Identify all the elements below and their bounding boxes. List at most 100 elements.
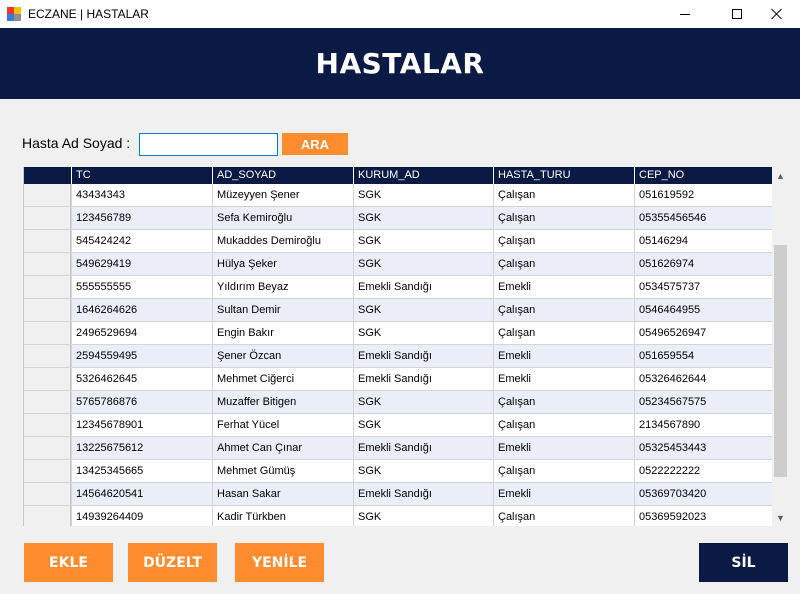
table-cell-hasta-turu[interactable]: Çalışan xyxy=(493,506,634,526)
table-cell-hasta-turu[interactable]: Çalışan xyxy=(493,299,634,321)
edit-button[interactable]: DÜZELT xyxy=(128,543,217,582)
row-header[interactable] xyxy=(24,437,71,459)
table-row[interactable]: 1646264626 Sultan Demir SGK Çalışan 05464649… xyxy=(24,299,772,322)
table-cell-kurum-ad[interactable]: SGK xyxy=(353,299,493,321)
row-header[interactable] xyxy=(24,299,71,321)
table-cell-kurum-ad[interactable]: SGK xyxy=(353,184,493,206)
table-cell-kurum-ad[interactable]: SGK xyxy=(353,460,493,482)
table-corner[interactable] xyxy=(24,167,71,184)
row-header[interactable] xyxy=(24,207,71,229)
table-row[interactable]: 2496529694 Engin Bakır SGK Çalışan 054965269… xyxy=(24,322,772,345)
vertical-scrollbar[interactable]: ▲ ▼ xyxy=(772,167,788,526)
table-cell-tc[interactable]: 549629419 xyxy=(71,253,212,275)
table-cell-ad-soyad[interactable]: Ferhat Yücel xyxy=(212,414,353,436)
table-cell-kurum-ad[interactable]: Emekli Sandığı xyxy=(353,483,493,505)
table-cell-hasta-turu[interactable]: Çalışan xyxy=(493,322,634,344)
table-cell-hasta-turu[interactable]: Emekli xyxy=(493,276,634,298)
row-header[interactable] xyxy=(24,322,71,344)
table-cell-tc[interactable]: 5765786876 xyxy=(71,391,212,413)
table-row[interactable]: 545424242 Mukaddes Demiroğlu SGK Çalışan 051… xyxy=(24,230,772,253)
table-cell-ad-soyad[interactable]: Muzaffer Bitigen xyxy=(212,391,353,413)
table-row[interactable]: 123456789 Sefa Kemiroğlu SGK Çalışan 0535545… xyxy=(24,207,772,230)
table-cell-hasta-turu[interactable]: Emekli xyxy=(493,345,634,367)
table-cell-hasta-turu[interactable]: Çalışan xyxy=(493,253,634,275)
scrollbar-thumb[interactable] xyxy=(774,245,787,477)
table-cell-tc[interactable]: 555555555 xyxy=(71,276,212,298)
table-cell-kurum-ad[interactable]: SGK xyxy=(353,207,493,229)
table-row[interactable]: 555555555 Yıldırım Beyaz Emekli Sandığı Eme… xyxy=(24,276,772,299)
table-cell-cep-no[interactable]: 2134567890 xyxy=(634,414,772,436)
table-cell-hasta-turu[interactable]: Çalışan xyxy=(493,184,634,206)
table-cell-tc[interactable]: 13225675612 xyxy=(71,437,212,459)
table-cell-tc[interactable]: 14564620541 xyxy=(71,483,212,505)
row-header[interactable] xyxy=(24,506,71,526)
table-cell-hasta-turu[interactable]: Çalışan xyxy=(493,391,634,413)
table-cell-kurum-ad[interactable]: SGK xyxy=(353,253,493,275)
table-cell-cep-no[interactable]: 05234567575 xyxy=(634,391,772,413)
table-cell-kurum-ad[interactable]: Emekli Sandığı xyxy=(353,368,493,390)
table-cell-hasta-turu[interactable]: Emekli xyxy=(493,437,634,459)
scroll-down-icon[interactable]: ▼ xyxy=(772,509,788,526)
table-cell-hasta-turu[interactable]: Emekli xyxy=(493,483,634,505)
table-cell-kurum-ad[interactable]: SGK xyxy=(353,230,493,252)
table-row[interactable]: 12345678901 Ferhat Yücel SGK Çalışan 2134567… xyxy=(24,414,772,437)
table-cell-cep-no[interactable]: 051619592 xyxy=(634,184,772,206)
search-input[interactable] xyxy=(139,133,278,156)
table-cell-tc[interactable]: 14939264409 xyxy=(71,506,212,526)
table-cell-cep-no[interactable]: 0534575737 xyxy=(634,276,772,298)
table-row[interactable]: 14564620541 Hasan Sakar Emekli Sandığı Emek… xyxy=(24,483,772,506)
table-cell-cep-no[interactable]: 05369703420 xyxy=(634,483,772,505)
table-cell-ad-soyad[interactable]: Kadir Türkben xyxy=(212,506,353,526)
table-cell-ad-soyad[interactable]: Yıldırım Beyaz xyxy=(212,276,353,298)
table-row[interactable]: 5326462645 Mehmet Ciğerci Emekli Sandığı Em… xyxy=(24,368,772,391)
row-header[interactable] xyxy=(24,368,71,390)
table-cell-tc[interactable]: 123456789 xyxy=(71,207,212,229)
table-cell-hasta-turu[interactable]: Emekli xyxy=(493,368,634,390)
table-cell-tc[interactable]: 545424242 xyxy=(71,230,212,252)
table-cell-tc[interactable]: 1646264626 xyxy=(71,299,212,321)
column-header-hasta-turu[interactable]: HASTA_TURU xyxy=(493,167,634,184)
table-row[interactable]: 2594559495 Şener Özcan Emekli Sandığı Emekl… xyxy=(24,345,772,368)
table-cell-ad-soyad[interactable]: Engin Bakır xyxy=(212,322,353,344)
table-cell-ad-soyad[interactable]: Hasan Sakar xyxy=(212,483,353,505)
row-header[interactable] xyxy=(24,391,71,413)
column-header-kurum-ad[interactable]: KURUM_AD xyxy=(353,167,493,184)
table-cell-kurum-ad[interactable]: SGK xyxy=(353,322,493,344)
table-cell-ad-soyad[interactable]: Mehmet Ciğerci xyxy=(212,368,353,390)
table-cell-cep-no[interactable]: 051659554 xyxy=(634,345,772,367)
table-cell-cep-no[interactable]: 05355456546 xyxy=(634,207,772,229)
scroll-up-icon[interactable]: ▲ xyxy=(772,167,788,184)
refresh-button[interactable]: YENİLE xyxy=(235,543,324,582)
table-cell-ad-soyad[interactable]: Şener Özcan xyxy=(212,345,353,367)
table-cell-kurum-ad[interactable]: Emekli Sandığı xyxy=(353,437,493,459)
row-header[interactable] xyxy=(24,230,71,252)
row-header[interactable] xyxy=(24,460,71,482)
table-row[interactable]: 13225675612 Ahmet Can Çınar Emekli Sandığı… xyxy=(24,437,772,460)
row-header[interactable] xyxy=(24,276,71,298)
row-header[interactable] xyxy=(24,345,71,367)
table-cell-cep-no[interactable]: 051626974 xyxy=(634,253,772,275)
table-cell-tc[interactable]: 12345678901 xyxy=(71,414,212,436)
row-header[interactable] xyxy=(24,483,71,505)
table-row[interactable]: 549629419 Hülya Şeker SGK Çalışan 051626974 xyxy=(24,253,772,276)
table-cell-kurum-ad[interactable]: Emekli Sandığı xyxy=(353,276,493,298)
table-row[interactable]: 13425345665 Mehmet Gümüş SGK Çalışan 0522222… xyxy=(24,460,772,483)
table-cell-cep-no[interactable]: 0522222222 xyxy=(634,460,772,482)
patients-table[interactable]: TC AD_SOYAD KURUM_AD HASTA_TURU CEP_NO 4… xyxy=(23,167,788,526)
table-cell-cep-no[interactable]: 0546464955 xyxy=(634,299,772,321)
column-header-ad-soyad[interactable]: AD_SOYAD xyxy=(212,167,353,184)
title-bar[interactable]: ECZANE | HASTALAR xyxy=(0,0,800,28)
add-button[interactable]: EKLE xyxy=(24,543,113,582)
table-cell-tc[interactable]: 2496529694 xyxy=(71,322,212,344)
table-cell-tc[interactable]: 5326462645 xyxy=(71,368,212,390)
table-cell-cep-no[interactable]: 05369592023 xyxy=(634,506,772,526)
table-cell-tc[interactable]: 13425345665 xyxy=(71,460,212,482)
column-header-tc[interactable]: TC xyxy=(71,167,212,184)
table-cell-kurum-ad[interactable]: SGK xyxy=(353,414,493,436)
close-button[interactable] xyxy=(754,0,800,28)
table-cell-hasta-turu[interactable]: Çalışan xyxy=(493,207,634,229)
table-cell-hasta-turu[interactable]: Çalışan xyxy=(493,460,634,482)
table-row[interactable]: 5765786876 Muzaffer Bitigen SGK Çalışan 0523… xyxy=(24,391,772,414)
table-cell-cep-no[interactable]: 05146294 xyxy=(634,230,772,252)
table-cell-kurum-ad[interactable]: SGK xyxy=(353,506,493,526)
